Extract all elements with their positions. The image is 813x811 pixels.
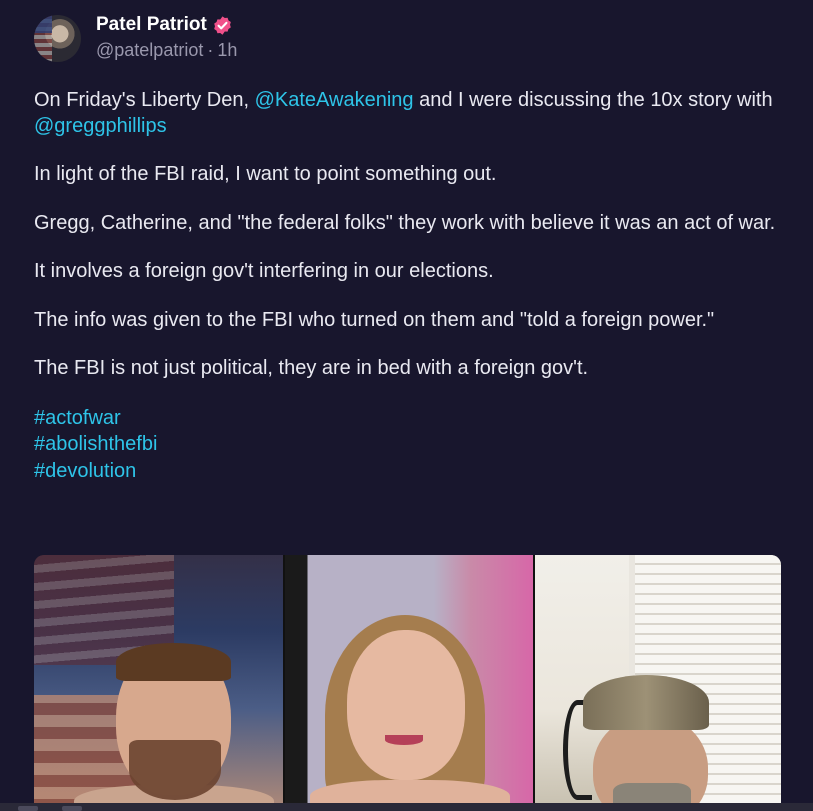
post-body: On Friday's Liberty Den, @KateAwakening … xyxy=(34,88,779,484)
verified-badge-icon xyxy=(212,15,233,36)
post-card: Patel Patriot @patelpatriot · 1h On Friday… xyxy=(0,0,813,811)
hashtag-actofwar[interactable]: #actofwar xyxy=(34,407,121,429)
author-handle[interactable]: @patelpatriot xyxy=(96,40,203,60)
post-text-segment: and I were discussing the 10x story with xyxy=(413,89,773,111)
post-media-video[interactable] xyxy=(34,555,781,811)
post-timestamp[interactable]: 1h xyxy=(217,40,237,60)
mention-greggphillips[interactable]: @greggphillips xyxy=(34,115,167,137)
video-pane-left xyxy=(34,555,283,811)
post-paragraph: It involves a foreign gov't interfering … xyxy=(34,260,494,282)
post-header: Patel Patriot @patelpatriot · 1h xyxy=(96,12,237,61)
strip-tab[interactable] xyxy=(62,806,82,811)
author-name-row: Patel Patriot xyxy=(96,12,237,38)
post-text-segment: On Friday's Liberty Den, xyxy=(34,89,255,111)
meta-separator: · xyxy=(207,40,214,60)
strip-tab[interactable] xyxy=(18,806,38,811)
author-display-name[interactable]: Patel Patriot xyxy=(96,14,207,36)
hashtag-list: #actofwar #abolishthefbi #devolution xyxy=(34,405,779,485)
author-avatar[interactable] xyxy=(34,15,81,62)
post-paragraph: The info was given to the FBI who turned… xyxy=(34,308,715,331)
person-hair xyxy=(116,643,231,681)
post-paragraph: On Friday's Liberty Den, @KateAwakening … xyxy=(34,88,779,139)
post-paragraph: In light of the FBI raid, I want to poin… xyxy=(34,163,497,185)
author-meta-row: @patelpatriot · 1h xyxy=(96,40,237,61)
person-smile xyxy=(385,735,423,745)
hashtag-devolution[interactable]: #devolution xyxy=(34,460,136,482)
hashtag-abolishthefbi[interactable]: #abolishthefbi xyxy=(34,433,157,455)
avatar-flag-stars xyxy=(34,15,52,33)
camo-cap xyxy=(583,675,709,730)
post-paragraph: The FBI is not just political, they are … xyxy=(34,357,589,379)
video-pane-right xyxy=(535,555,781,811)
post-paragraph: Gregg, Catherine, and "the federal folks… xyxy=(34,211,776,234)
person-face xyxy=(347,630,465,780)
mention-kateawakening[interactable]: @KateAwakening xyxy=(255,89,414,111)
bottom-scroll-strip xyxy=(0,803,813,811)
video-pane-center xyxy=(285,555,533,811)
person-beard xyxy=(129,740,221,800)
